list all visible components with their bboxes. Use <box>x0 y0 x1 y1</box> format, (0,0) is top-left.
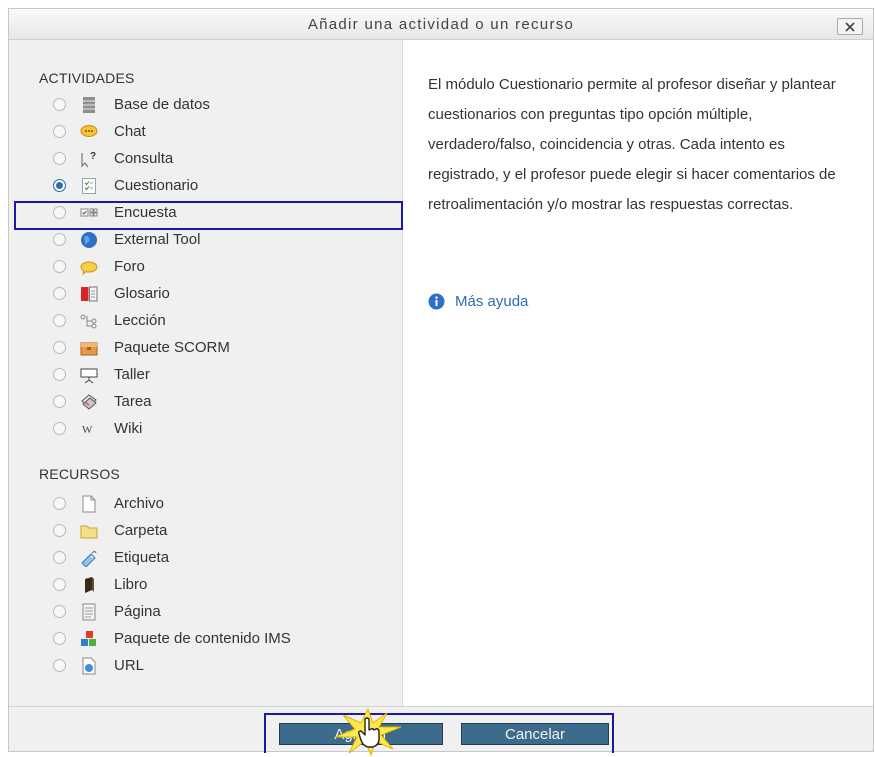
label-icon <box>81 551 97 567</box>
lesson-icon <box>80 314 97 329</box>
cancel-button[interactable]: Cancelar <box>461 723 609 745</box>
option-consulta[interactable]: ? Consulta <box>9 146 402 173</box>
radio-button[interactable] <box>53 233 66 246</box>
option-wiki[interactable]: W Wiki <box>9 416 402 443</box>
chat-icon <box>80 125 98 137</box>
radio-button-selected[interactable] <box>53 179 66 192</box>
option-label: Libro <box>114 576 148 593</box>
wiki-icon: W <box>82 424 93 436</box>
option-tarea[interactable]: Tarea <box>9 389 402 416</box>
radio-button[interactable] <box>53 605 66 618</box>
option-label: Glosario <box>114 285 170 302</box>
option-url[interactable]: URL <box>9 653 402 680</box>
module-description: El módulo Cuestionario permite al profes… <box>428 76 836 213</box>
option-label: Paquete SCORM <box>114 339 230 356</box>
dialog-titlebar: Añadir una actividad o un recurso <box>9 9 873 40</box>
option-leccion[interactable]: Lección <box>9 308 402 335</box>
hand-cursor-icon <box>358 717 380 748</box>
radio-button[interactable] <box>53 422 66 435</box>
option-label: External Tool <box>114 231 201 248</box>
option-label: Foro <box>114 258 145 275</box>
option-label: Cuestionario <box>114 177 199 194</box>
option-cuestionario[interactable]: Cuestionario <box>9 173 402 200</box>
forum-icon <box>80 261 98 276</box>
radio-button[interactable] <box>53 395 66 408</box>
radio-button[interactable] <box>53 578 66 591</box>
module-description-panel: El módulo Cuestionario permite al profes… <box>403 40 873 706</box>
option-label: Wiki <box>114 420 143 437</box>
option-label: Chat <box>114 123 146 140</box>
option-libro[interactable]: Libro <box>9 572 402 599</box>
option-carpeta[interactable]: Carpeta <box>9 518 402 545</box>
close-button[interactable] <box>837 18 863 35</box>
option-external-tool[interactable]: External Tool <box>9 227 402 254</box>
radio-button[interactable] <box>53 659 66 672</box>
url-icon <box>82 657 96 675</box>
option-label: Etiqueta <box>114 549 170 566</box>
choice-icon: ? <box>81 151 96 168</box>
radio-button[interactable] <box>53 497 66 510</box>
option-paquete-ims[interactable]: Paquete de contenido IMS <box>9 626 402 653</box>
close-icon <box>845 21 855 32</box>
database-icon <box>83 97 95 113</box>
more-help-label: Más ayuda <box>455 293 529 310</box>
add-activity-dialog: Añadir una actividad o un recurso ACTIVI… <box>8 8 874 757</box>
option-label: Archivo <box>114 495 165 512</box>
svg-text:?: ? <box>90 151 96 162</box>
option-label: Lección <box>114 312 166 329</box>
page-icon <box>82 603 96 621</box>
radio-button[interactable] <box>53 632 66 645</box>
option-label: Taller <box>114 366 150 383</box>
selected-option-highlight <box>14 201 403 230</box>
glossary-icon <box>81 286 98 302</box>
option-pagina[interactable]: Página <box>9 599 402 626</box>
book-icon <box>85 577 94 593</box>
option-taller[interactable]: Taller <box>9 362 402 389</box>
more-help-link[interactable]: Más ayuda <box>428 293 528 310</box>
radio-button[interactable] <box>53 98 66 111</box>
option-label: Consulta <box>114 150 174 167</box>
option-chat[interactable]: Chat <box>9 119 402 146</box>
option-label: Base de datos <box>114 96 210 113</box>
external-tool-icon <box>81 232 97 248</box>
option-paquete-scorm[interactable]: Paquete SCORM <box>9 335 402 362</box>
option-etiqueta[interactable]: Etiqueta <box>9 545 402 572</box>
radio-button[interactable] <box>53 341 66 354</box>
activities-heading: ACTIVIDADES <box>39 70 135 86</box>
resources-heading: RECURSOS <box>39 466 120 482</box>
dialog-title: Añadir una actividad o un recurso <box>307 16 575 33</box>
info-icon <box>428 293 445 310</box>
radio-button[interactable] <box>53 260 66 273</box>
radio-button[interactable] <box>53 314 66 327</box>
radio-button[interactable] <box>53 125 66 138</box>
module-chooser-list: ACTIVIDADES Base de datos Chat ? Consult… <box>9 40 403 706</box>
file-icon <box>82 495 96 513</box>
radio-button[interactable] <box>53 368 66 381</box>
option-glosario[interactable]: Glosario <box>9 281 402 308</box>
radio-button[interactable] <box>53 287 66 300</box>
option-base-de-datos[interactable]: Base de datos <box>9 92 402 119</box>
radio-button[interactable] <box>53 152 66 165</box>
option-label: Página <box>114 603 161 620</box>
ims-package-icon <box>81 631 96 646</box>
scorm-icon <box>80 342 98 356</box>
option-label: Carpeta <box>114 522 168 539</box>
option-label: URL <box>114 657 145 674</box>
radio-button[interactable] <box>53 524 66 537</box>
svg-text:W: W <box>82 424 93 436</box>
dialog-footer: Agregar Cancelar <box>9 706 873 757</box>
quiz-icon <box>82 178 96 194</box>
option-label: Paquete de contenido IMS <box>114 630 291 647</box>
option-label: Tarea <box>114 393 152 410</box>
assignment-icon <box>81 394 97 410</box>
option-foro[interactable]: Foro <box>9 254 402 281</box>
workshop-icon <box>80 368 98 384</box>
radio-button[interactable] <box>53 551 66 564</box>
folder-icon <box>80 525 98 539</box>
option-archivo[interactable]: Archivo <box>9 491 402 518</box>
